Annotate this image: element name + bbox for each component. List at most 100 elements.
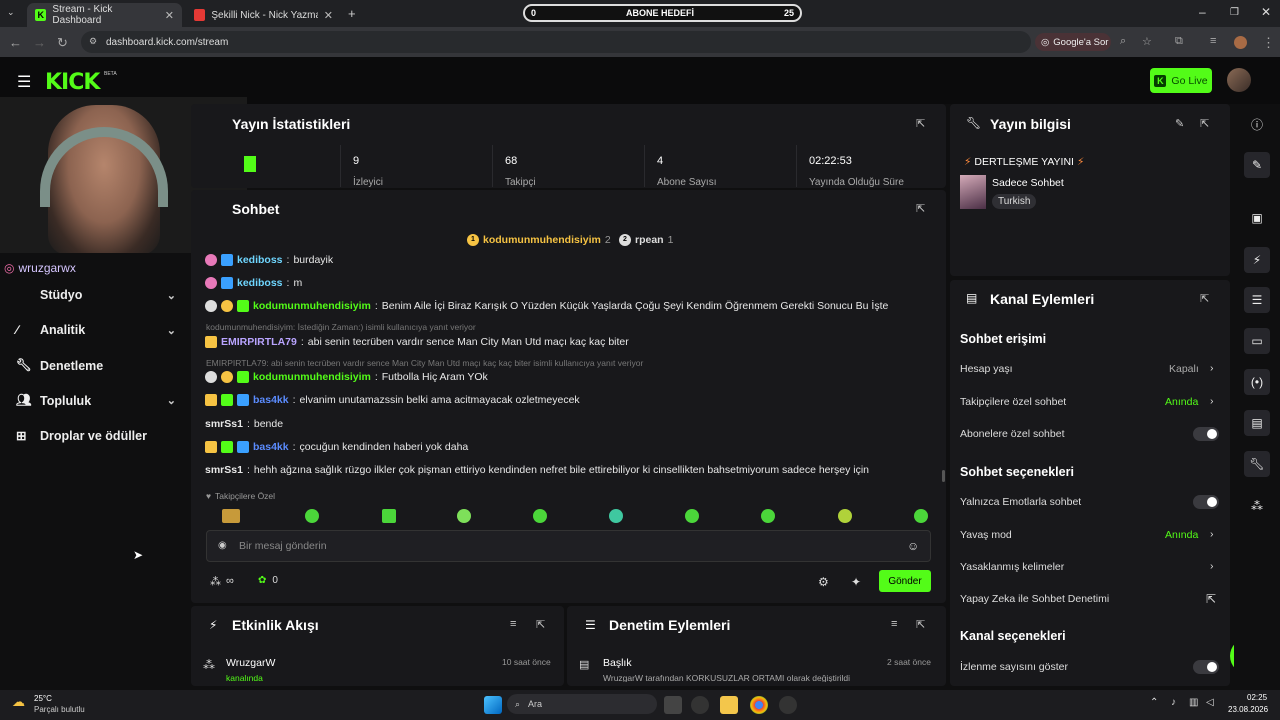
clock-time[interactable]: 02:25 — [1247, 693, 1267, 702]
file-explorer-icon[interactable] — [720, 696, 738, 714]
tab-search-icon[interactable]: ⌄ — [7, 7, 15, 18]
reply-mode-icon[interactable]: ◉ — [218, 540, 227, 551]
sidebar-item-droplar[interactable]: ⊞ Droplar ve ödüller — [16, 428, 176, 444]
chevron-right-icon[interactable]: › — [1210, 362, 1214, 374]
row-followers-only[interactable]: Takipçilere özel sohbet — [960, 396, 1066, 408]
tray-chevron-icon[interactable]: ⌃ — [1150, 697, 1158, 708]
sidebar-item-denetleme[interactable]: 🔧︎ Denetleme — [16, 358, 176, 373]
row-slow-mode[interactable]: Yavaş mod — [960, 529, 1012, 541]
emote-icon[interactable] — [305, 509, 319, 523]
list-icon[interactable]: ☰ — [1244, 287, 1270, 313]
close-icon[interactable]: ✕ — [324, 9, 333, 22]
forward-icon[interactable]: → — [33, 35, 46, 50]
sidebar-item-studyo[interactable]: Stüdyo ⌄ — [16, 288, 176, 302]
weather-temp[interactable]: 25°C — [34, 694, 52, 703]
chat-message[interactable]: smrSs1: hehh ağzına sağlık rüzgo ilkler … — [205, 464, 869, 476]
media-icon[interactable]: ≡ — [1210, 35, 1216, 47]
chat-leader-2[interactable]: 2 rpean 1 — [619, 234, 673, 246]
tab-kick-dashboard[interactable]: K Stream - Kick Dashboard ✕ — [27, 3, 182, 27]
popout-icon[interactable]: ⇱ — [916, 117, 925, 130]
network-icon[interactable]: ▥ — [1189, 697, 1198, 708]
back-icon[interactable]: ← — [9, 35, 22, 50]
chat-message-input[interactable]: ◉ Bir mesaj gönderin ☺ — [206, 530, 931, 562]
browser-menu-icon[interactable]: ⋮ — [1262, 35, 1275, 51]
app-icon[interactable] — [691, 696, 709, 714]
chat-message[interactable]: bas4kk: elvanim unutamazssin belki ama a… — [205, 394, 580, 406]
app-icon[interactable] — [779, 696, 797, 714]
view-count-toggle[interactable] — [1193, 660, 1219, 674]
chat-leader-1[interactable]: 1 kodumunmuhendisiyim 2 — [467, 234, 611, 246]
chat-message[interactable]: kodumunmuhendisiyim: Futbolla Hiç Aram Y… — [205, 371, 488, 383]
emote-icon[interactable] — [761, 509, 775, 523]
broadcast-icon[interactable]: (•) — [1244, 369, 1270, 395]
zoom-icon[interactable]: ⌕ — [1120, 35, 1126, 48]
chat-message[interactable]: smrSs1: bende — [205, 418, 283, 430]
task-view-icon[interactable] — [664, 696, 682, 714]
edit-pencil-icon[interactable]: ✎ — [1244, 152, 1270, 178]
window-close-icon[interactable]: ✕ — [1261, 5, 1271, 19]
chat-settings-icon[interactable]: ⚙ — [818, 575, 829, 589]
user-avatar[interactable] — [1227, 68, 1251, 92]
popout-icon[interactable]: ⇱ — [536, 618, 545, 631]
channel-points[interactable]: ⁂ ∞ — [210, 575, 234, 588]
chat-message[interactable]: kodumunmuhendisiyim: Benim Aile İçi Bira… — [205, 300, 888, 312]
chat-message[interactable]: bas4kk: çocuğun kendinden haberi yok dah… — [205, 441, 468, 453]
emote-icon[interactable] — [914, 509, 928, 523]
maximize-icon[interactable]: ❐ — [1230, 7, 1239, 18]
wrench-icon[interactable]: 🔧︎ — [1244, 451, 1270, 477]
hamburger-menu-icon[interactable]: ☰ — [17, 72, 31, 92]
row-account-age[interactable]: Hesap yaşı — [960, 363, 1013, 375]
row-ai-moderation[interactable]: Yapay Zeka ile Sohbet Denetimi — [960, 593, 1109, 605]
new-tab-icon[interactable]: + — [348, 6, 356, 21]
emote-icon[interactable] — [609, 509, 623, 523]
chrome-icon[interactable] — [750, 696, 768, 714]
chat-message[interactable]: kediboss: burdayik — [205, 254, 333, 266]
extensions-icon[interactable]: ⧉ — [1175, 35, 1183, 48]
chat-message[interactable]: kediboss: m — [205, 277, 302, 289]
kick-logo[interactable]: KICK — [45, 70, 100, 95]
emote-icon[interactable] — [222, 509, 240, 523]
bolt-icon[interactable]: ⚡︎ — [1244, 247, 1270, 273]
sidebar-item-topluluk[interactable]: 👥︎ Topluluk ⌄ — [16, 393, 176, 408]
send-button[interactable]: Gönder — [879, 570, 931, 592]
bookmark-star-icon[interactable]: ☆ — [1142, 35, 1152, 48]
address-bar[interactable]: ⚙ dashboard.kick.com/stream — [81, 31, 1031, 53]
category-thumbnail[interactable] — [960, 175, 986, 209]
chat-scrollbar[interactable] — [942, 470, 945, 482]
emote-only-toggle[interactable] — [1193, 495, 1219, 509]
activity-user[interactable]: WruzgarW — [226, 657, 275, 669]
google-ask-button[interactable]: ◎ Google'a Sor — [1035, 33, 1111, 51]
video-icon[interactable]: ▣ — [1244, 205, 1270, 231]
community-icon[interactable]: ⁂ — [1244, 493, 1270, 519]
chevron-right-icon[interactable]: › — [1210, 560, 1214, 572]
clock-date[interactable]: 23.08.2026 — [1228, 705, 1268, 714]
emote-icon[interactable] — [533, 509, 547, 523]
popout-icon[interactable]: ⇱ — [916, 618, 925, 631]
external-link-icon[interactable]: ⇱ — [1206, 592, 1216, 606]
emote-icon[interactable] — [457, 509, 471, 523]
sidebar-item-analitik[interactable]: ∕ Analitik ⌄ — [16, 323, 176, 337]
chevron-right-icon[interactable]: › — [1210, 395, 1214, 407]
minimize-icon[interactable]: – — [1199, 5, 1206, 19]
profile-avatar[interactable] — [1234, 36, 1247, 49]
chat-message[interactable]: EMIRPIRTLA79: abi senin tecrüben vardır … — [205, 336, 629, 348]
tab-sekilli-nick[interactable]: Şekilli Nick - Nick Yazma - Şekil ✕ — [186, 3, 341, 27]
popout-icon[interactable]: ⇱ — [1200, 117, 1209, 130]
site-info-icon[interactable]: ⚙ — [89, 36, 97, 47]
chat-mod-tools-icon[interactable]: ✦ — [851, 575, 861, 589]
close-icon[interactable]: ✕ — [165, 9, 174, 22]
emoji-picker-icon[interactable]: ☺ — [907, 539, 919, 553]
filter-icon[interactable]: ≡ — [891, 618, 897, 630]
edit-pencil-icon[interactable]: ✎ — [1175, 117, 1184, 130]
popout-icon[interactable]: ⇱ — [916, 202, 925, 215]
volume-icon[interactable]: ◁ — [1206, 697, 1214, 708]
go-live-button[interactable]: K Go Live — [1150, 68, 1212, 93]
info-icon[interactable]: ⓘ — [1244, 111, 1270, 137]
windows-start-icon[interactable] — [484, 696, 502, 714]
emote-icon[interactable] — [685, 509, 699, 523]
chevron-right-icon[interactable]: › — [1210, 528, 1214, 540]
row-banned-words[interactable]: Yasaklanmış kelimeler — [960, 561, 1064, 573]
category-name[interactable]: Sadece Sohbet — [992, 177, 1064, 189]
channel-icon[interactable]: ▤ — [1244, 410, 1270, 436]
kick-coins[interactable]: ✿ 0 — [258, 575, 278, 586]
